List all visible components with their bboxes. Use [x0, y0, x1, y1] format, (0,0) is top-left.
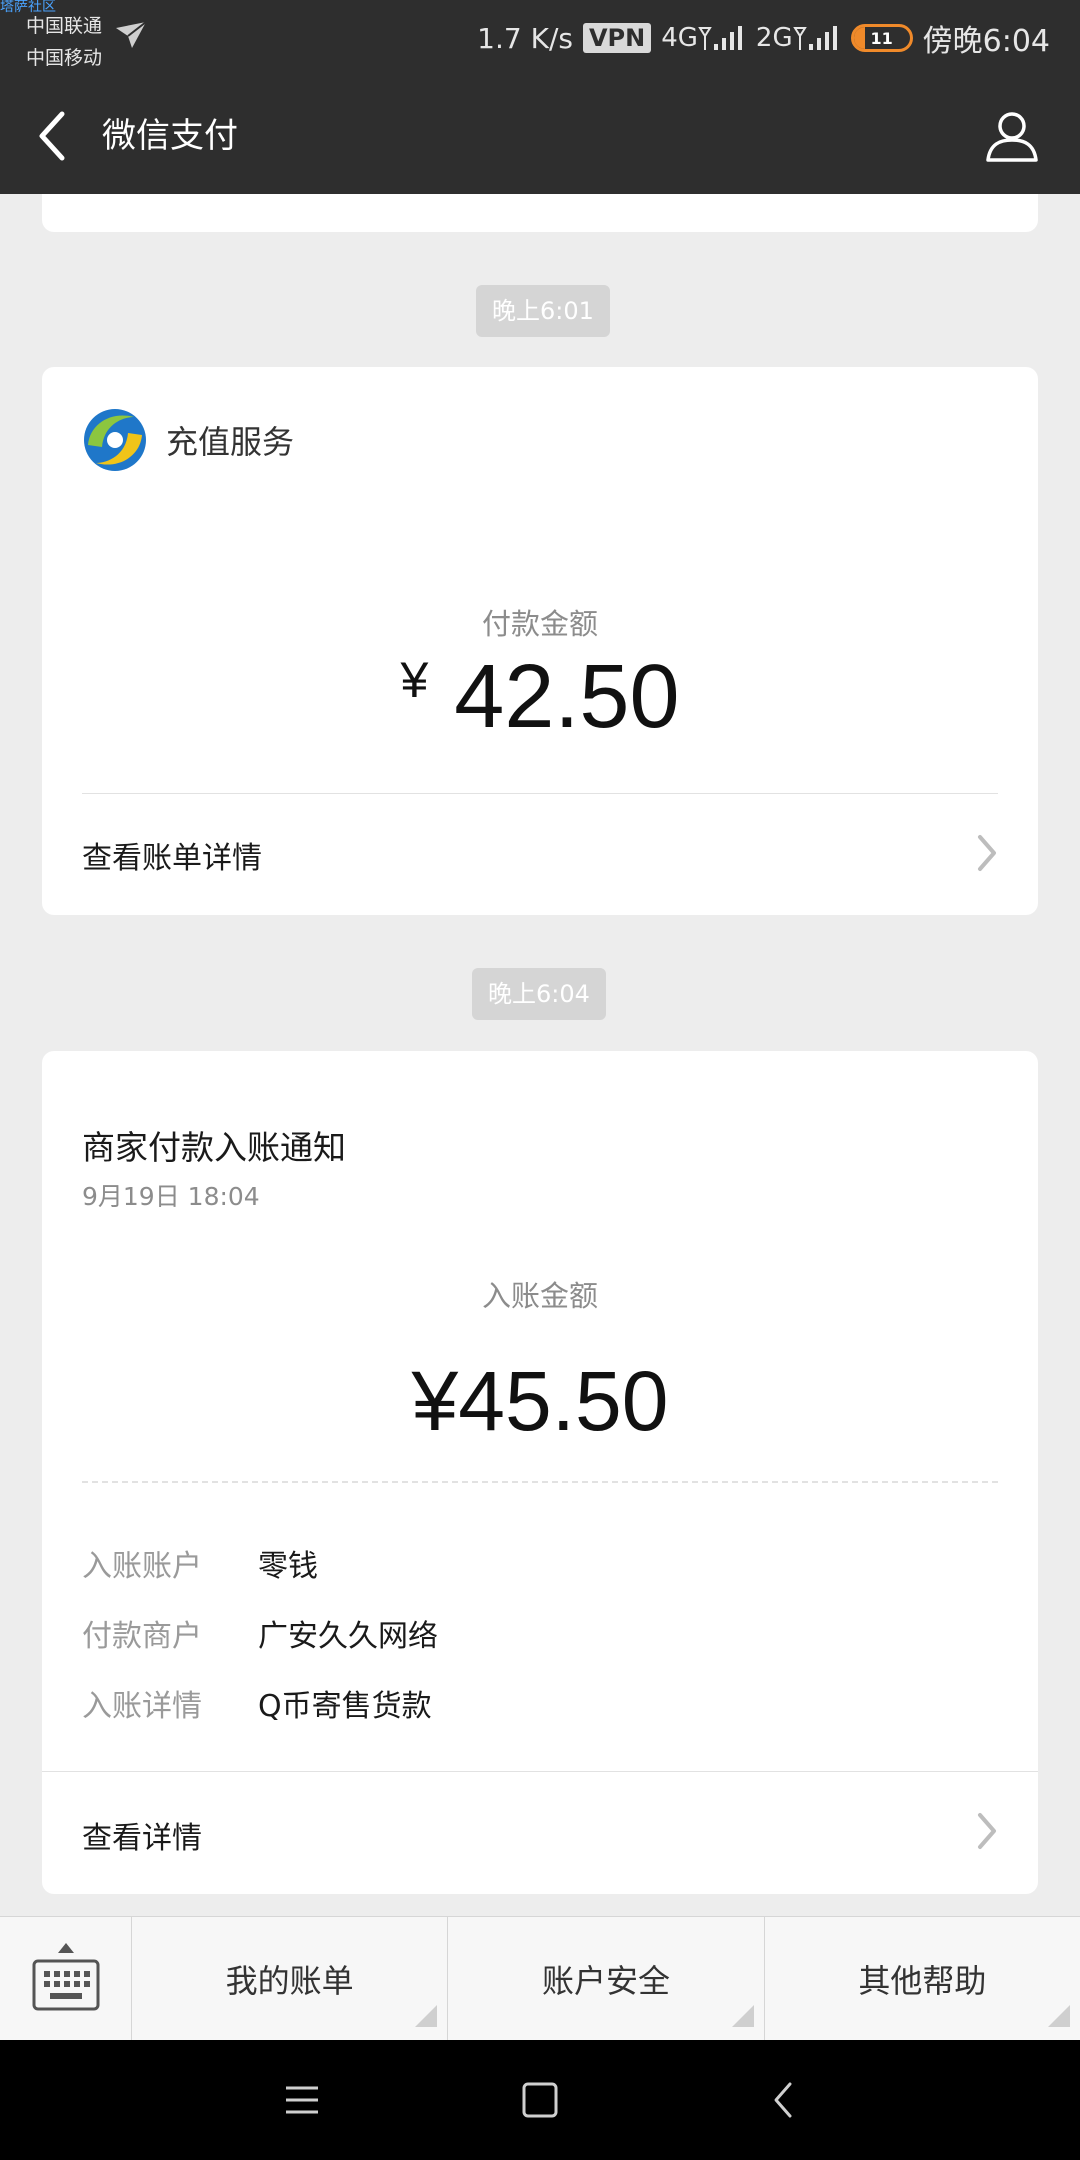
- status-bar: 塔萨社区 中国联通 中国移动 1.7 K/s VPN 4G 2G 11 傍晚6:…: [0, 0, 1080, 78]
- submenu-indicator: [1047, 2005, 1070, 2027]
- income-notice-card: 商家付款入账通知 9月19日 18:04 入账金额 ¥45.50 入账账户 零钱 …: [42, 1051, 1038, 1894]
- title-bar: 微信支付: [0, 78, 1080, 194]
- submenu-indicator: [415, 2005, 438, 2027]
- battery-icon: 11: [850, 24, 913, 52]
- menu-icon[interactable]: [280, 2078, 324, 2122]
- bottom-menu: 我的账单 账户安全 其他帮助: [0, 1916, 1080, 2041]
- amount-row: ¥42.50: [42, 647, 1038, 747]
- amount-label: 入账金额: [481, 1279, 598, 1313]
- view-bill-link[interactable]: 查看账单详情: [82, 833, 262, 877]
- net2-label: 2G: [755, 23, 793, 53]
- payment-card: 充值服务 付款金额 ¥42.50 查看账单详情: [42, 367, 1038, 915]
- airplane-icon: [116, 21, 147, 48]
- page-title: 微信支付: [102, 116, 238, 156]
- detail-row: 付款商户 广安久久网络: [82, 1611, 438, 1655]
- menu-other-help[interactable]: 其他帮助: [765, 1917, 1080, 2041]
- detail-key: 入账详情: [82, 1689, 202, 1724]
- battery-fill: [853, 27, 865, 49]
- signal-2g: 2G: [756, 23, 841, 53]
- menu-my-bills[interactable]: 我的账单: [132, 1917, 449, 2041]
- signal-4g: 4G: [661, 23, 746, 53]
- signal-bars-icon: [698, 26, 742, 50]
- message-time: 晚上6:01: [476, 285, 610, 337]
- nav-back-icon[interactable]: [762, 2078, 806, 2122]
- service-name: 充值服务: [166, 423, 295, 461]
- amount-value: ¥45.50: [411, 1354, 669, 1448]
- detail-key: 付款商户: [82, 1619, 202, 1654]
- chevron-right-icon[interactable]: [976, 1811, 998, 1851]
- submenu-indicator: [731, 2005, 754, 2027]
- detail-key: 入账账户: [82, 1549, 202, 1584]
- carrier-1: 中国联通: [26, 15, 103, 37]
- amount-value: 42.50: [454, 647, 680, 747]
- notice-date: 9月19日 18:04: [82, 1182, 260, 1211]
- home-icon[interactable]: [518, 2078, 562, 2122]
- carrier-2: 中国移动: [26, 47, 103, 69]
- caret-up-icon: [58, 1943, 74, 1953]
- detail-row: 入账账户 零钱: [82, 1541, 318, 1585]
- divider: [42, 1771, 1038, 1772]
- currency-symbol: ¥: [400, 652, 429, 708]
- battery-level: 11: [870, 28, 893, 48]
- chevron-right-icon[interactable]: [976, 833, 998, 873]
- menu-label: 我的账单: [225, 1962, 354, 2000]
- menu-account-security[interactable]: 账户安全: [448, 1917, 765, 2041]
- network-speed: 1.7 K/s: [477, 21, 573, 55]
- divider: [82, 793, 998, 794]
- clock: 傍晚6:04: [922, 24, 1050, 59]
- detail-value: 零钱: [258, 1549, 318, 1584]
- menu-label: 其他帮助: [858, 1962, 987, 2000]
- notice-title: 商家付款入账通知: [82, 1128, 346, 1167]
- net1-label: 4G: [661, 23, 698, 53]
- person-icon[interactable]: [984, 108, 1040, 164]
- dashed-divider: [82, 1481, 998, 1483]
- message-time: 晚上6:04: [472, 968, 606, 1020]
- vpn-badge: VPN: [582, 23, 652, 53]
- status-right: 1.7 K/s VPN 4G 2G 11 傍晚6:04: [477, 16, 1050, 60]
- logo-icon: [84, 409, 146, 471]
- keyboard-icon[interactable]: [32, 1959, 100, 2011]
- back-icon[interactable]: [34, 108, 74, 164]
- detail-value: Q币寄售货款: [258, 1689, 432, 1724]
- carrier-info: 中国联通 中国移动: [26, 10, 102, 74]
- signal-bars-icon: [792, 26, 837, 50]
- detail-value: 广安久久网络: [258, 1619, 438, 1654]
- view-details-link[interactable]: 查看详情: [82, 1813, 202, 1857]
- amount-label: 付款金额: [481, 607, 598, 641]
- menu-label: 账户安全: [541, 1962, 670, 2000]
- detail-row: 入账详情 Q币寄售货款: [82, 1681, 432, 1725]
- system-nav-bar: [0, 2040, 1080, 2160]
- keyboard-toggle[interactable]: [0, 1917, 132, 2041]
- previous-message-card: [42, 194, 1038, 232]
